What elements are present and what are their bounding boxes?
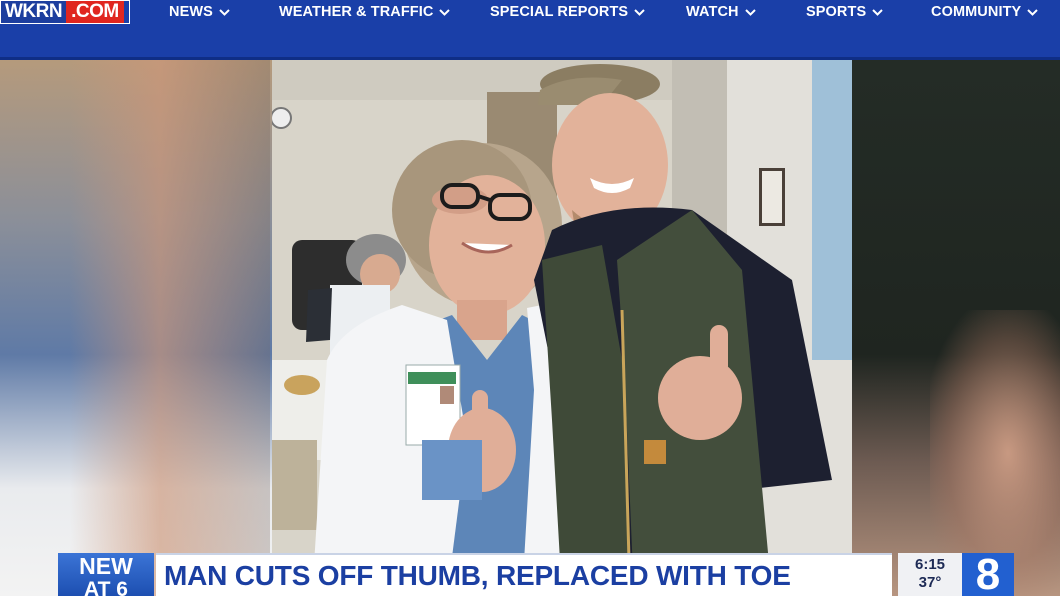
blurred-background-left — [0, 60, 275, 596]
nav-item-special-reports[interactable]: SPECIAL REPORTS — [490, 4, 645, 20]
badge-line-1: NEW — [79, 553, 133, 579]
badge-line-2: AT 6 — [84, 578, 128, 596]
nav-item-weather-traffic[interactable]: WEATHER & TRAFFIC — [279, 4, 451, 20]
current-temperature: 37° — [918, 574, 942, 591]
top-navigation-bar: WKRN .COM NEWS WEATHER & TRAFFIC SPECIAL… — [0, 0, 1060, 60]
chevron-down-icon — [439, 7, 451, 18]
story-headline: MAN CUTS OFF THUMB, REPLACED WITH TOE — [164, 559, 791, 591]
chevron-down-icon — [1027, 7, 1039, 18]
nav-item-label: NEWS — [169, 4, 213, 20]
chevron-down-icon — [744, 7, 756, 18]
video-frame[interactable] — [0, 60, 1060, 596]
nav-item-label: SPECIAL REPORTS — [490, 4, 629, 20]
nav-item-watch[interactable]: WATCH — [686, 4, 756, 20]
chevron-down-icon — [872, 7, 883, 18]
blurred-background-right — [852, 60, 1060, 596]
nav-item-community[interactable]: COMMUNITY — [931, 4, 1039, 20]
chevron-down-icon — [634, 7, 645, 18]
headline-bar: MAN CUTS OFF THUMB, REPLACED WITH TOE — [156, 553, 892, 596]
news-photo — [272, 60, 852, 596]
nav-item-label: SPORTS — [806, 4, 867, 20]
broadcast-lower-third: NEW AT 6 MAN CUTS OFF THUMB, REPLACED WI… — [0, 552, 1060, 596]
time-temp-box: 6:15 37° — [898, 553, 962, 596]
nav-menu: NEWS WEATHER & TRAFFIC SPECIAL REPORTS W… — [0, 0, 1060, 28]
nav-item-label: WATCH — [686, 4, 739, 20]
chevron-down-icon — [219, 7, 230, 18]
station-logo: 8 — [962, 552, 1014, 596]
nav-item-label: COMMUNITY — [931, 4, 1022, 20]
nav-item-sports[interactable]: SPORTS — [806, 4, 883, 20]
nav-item-news[interactable]: NEWS — [169, 4, 230, 20]
new-at-6-badge: NEW AT 6 — [58, 553, 154, 596]
current-time: 6:15 — [914, 556, 946, 573]
nav-item-label: WEATHER & TRAFFIC — [279, 4, 434, 20]
